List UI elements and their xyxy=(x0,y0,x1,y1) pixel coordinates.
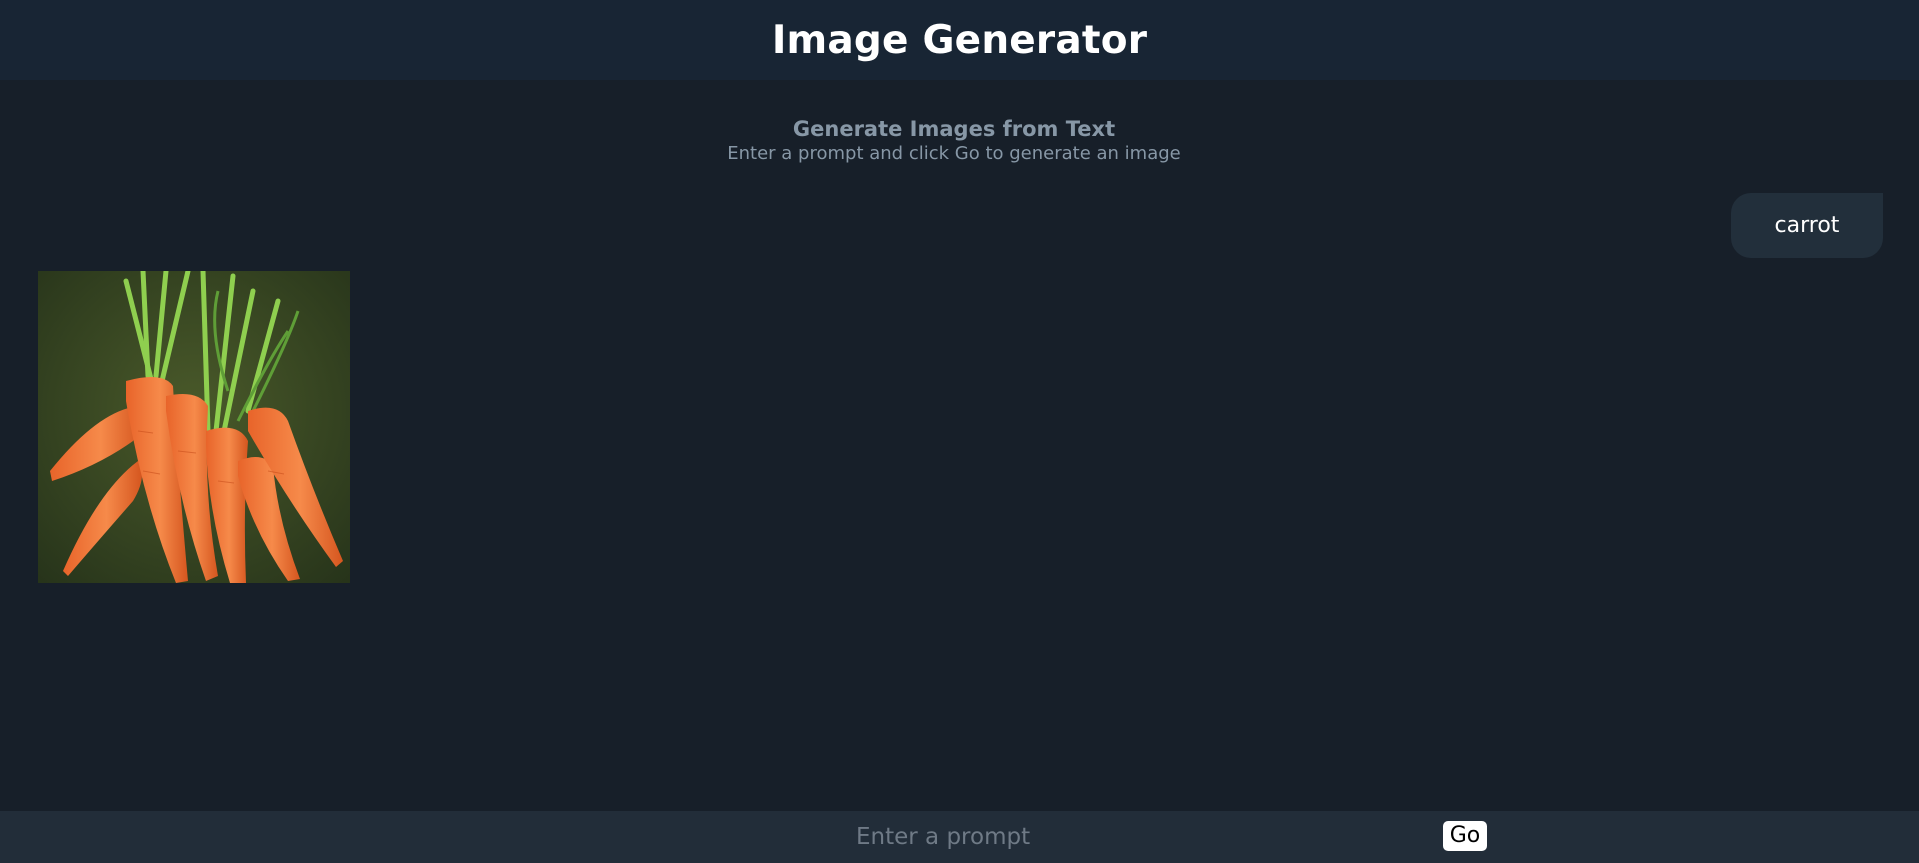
go-button[interactable]: Go xyxy=(1443,821,1487,851)
carrots-image xyxy=(38,271,350,583)
app-header: Image Generator xyxy=(0,0,1919,80)
user-prompt-text: carrot xyxy=(1774,213,1840,238)
prompt-input[interactable] xyxy=(850,820,1442,854)
user-prompt-bubble: carrot xyxy=(1731,193,1883,258)
page-title: Image Generator xyxy=(771,17,1148,63)
generated-image[interactable] xyxy=(38,271,350,583)
intro-section: Generate Images from Text Enter a prompt… xyxy=(0,116,1908,166)
intro-heading: Generate Images from Text xyxy=(792,117,1116,141)
app-root: Image Generator Generate Images from Tex… xyxy=(0,0,1919,863)
intro-subheading: Enter a prompt and click Go to generate … xyxy=(727,143,1181,164)
composer-bar: Go xyxy=(0,811,1919,863)
